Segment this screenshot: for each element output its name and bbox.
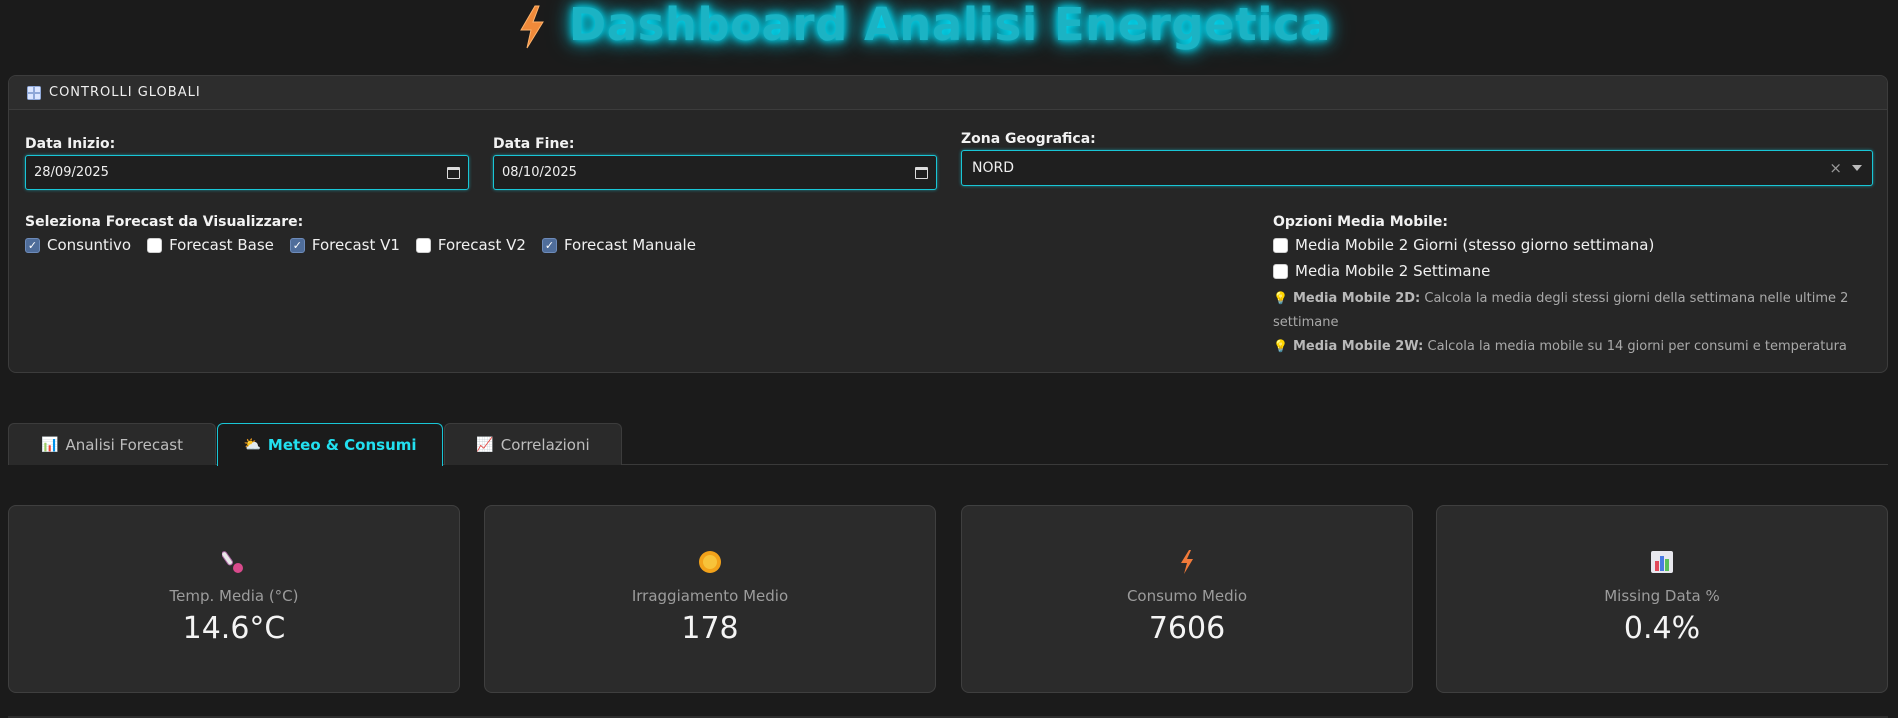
hint-media-mobile-2d: 💡 Media Mobile 2D: Calcola la media degli… [1273,286,1873,335]
kpi-card-consumption: Consumo Medio 7606 [961,505,1413,693]
checkbox-label: Consuntivo [47,236,132,254]
clear-icon[interactable]: × [1829,159,1842,177]
checkbox-label: Forecast Manuale [563,236,696,254]
line-chart-icon: 📈 [476,436,494,453]
kpi-label: Temp. Media (°C) [169,587,299,605]
checkbox-media-mobile-2-settimane[interactable]: Media Mobile 2 Settimane [1273,262,1490,280]
checkbox-forecast-base[interactable]: Forecast Base [147,236,274,254]
kpi-card-irradiance: Irraggiamento Medio 178 [484,505,936,693]
bar-chart-icon [1650,549,1674,575]
checkbox-checked-icon[interactable]: ✓ [25,237,40,253]
kpi-value: 178 [681,611,739,646]
kpi-value: 7606 [1148,611,1226,646]
checkbox-label: Forecast Base [169,236,274,254]
checkbox-label: Media Mobile 2 Giorni (stesso giorno set… [1295,236,1655,254]
moving-average-label: Opzioni Media Mobile: [1273,214,1448,230]
lightbulb-icon: 💡 [1273,339,1288,353]
zone-value: NORD [972,160,1014,176]
forecast-checkbox-group: ✓ Consuntivo Forecast Base ✓ Forecast V1… [25,236,712,254]
tab-correlazioni[interactable]: 📈 Correlazioni [444,423,622,465]
checkbox-checked-icon[interactable]: ✓ [541,237,557,253]
checkbox-forecast-v2[interactable]: Forecast V2 [415,236,526,254]
zone-select[interactable]: NORD × [961,150,1873,186]
zone-label: Zona Geografica: [961,131,1096,147]
grid-icon [27,85,41,100]
checkbox-unchecked-icon[interactable] [147,237,163,253]
calendar-icon[interactable] [915,166,928,179]
checkbox-unchecked-icon[interactable] [1273,263,1288,279]
checkbox-consuntivo[interactable]: ✓ Consuntivo [25,236,131,254]
kpi-card-temperature: Temp. Media (°C) 14.6°C [8,505,460,693]
end-date-input[interactable]: 08/10/2025 [493,155,937,190]
checkbox-unchecked-icon[interactable] [1273,237,1288,253]
checkbox-checked-icon[interactable]: ✓ [289,237,305,253]
sun-cloud-icon: ⛅ [243,437,261,453]
end-date-value: 08/10/2025 [502,165,577,180]
checkbox-media-mobile-2-giorni[interactable]: Media Mobile 2 Giorni (stesso giorno set… [1273,236,1654,254]
checkbox-unchecked-icon[interactable] [415,237,431,253]
calendar-icon[interactable] [447,166,460,179]
checkbox-label: Media Mobile 2 Settimane [1295,262,1491,280]
kpi-value: 0.4% [1623,611,1701,646]
lightbulb-icon: 💡 [1273,291,1288,305]
sun-icon [697,549,723,575]
chevron-down-icon[interactable] [1852,165,1862,171]
end-date-label: Data Fine: [493,136,575,152]
start-date-input[interactable]: 28/09/2025 [25,155,469,190]
tab-bar: 📊 Analisi Forecast ⛅ Meteo & Consumi 📈 C… [8,423,1888,466]
global-controls-panel: CONTROLLI GLOBALI Data Inizio: 28/09/202… [8,75,1888,373]
checkbox-forecast-v1[interactable]: ✓ Forecast V1 [289,236,400,254]
lightning-bolt-icon [519,5,544,49]
bar-chart-icon: 📊 [41,436,59,453]
controls-title: CONTROLLI GLOBALI [49,85,201,100]
hint-media-mobile-2w: 💡 Media Mobile 2W: Calcola la media mobil… [1273,334,1873,359]
kpi-card-missing-data: Missing Data % 0.4% [1436,505,1888,693]
tab-label: Correlazioni [500,435,590,454]
start-date-value: 28/09/2025 [34,165,109,180]
tab-label: Analisi Forecast [65,435,183,454]
lightning-bolt-icon [1179,549,1195,575]
kpi-label: Missing Data % [1604,587,1720,605]
kpi-value: 14.6°C [182,611,286,646]
forecast-label: Seleziona Forecast da Visualizzare: [25,214,304,230]
tab-analisi-forecast[interactable]: 📊 Analisi Forecast [8,423,216,465]
kpi-label: Irraggiamento Medio [631,587,789,605]
page-title: Dashboard Analisi Energetica [568,0,1332,51]
header: Dashboard Analisi Energetica [0,0,1898,54]
controls-header: CONTROLLI GLOBALI [9,76,1887,110]
checkbox-label: Forecast V1 [311,236,400,254]
checkbox-label: Forecast V2 [437,236,526,254]
checkbox-forecast-manuale[interactable]: ✓ Forecast Manuale [541,236,696,254]
thermometer-icon [222,549,246,575]
kpi-label: Consumo Medio [1126,587,1248,605]
start-date-label: Data Inizio: [25,136,116,152]
tab-label: Meteo & Consumi [267,436,417,454]
tab-meteo-consumi[interactable]: ⛅ Meteo & Consumi [217,423,443,466]
